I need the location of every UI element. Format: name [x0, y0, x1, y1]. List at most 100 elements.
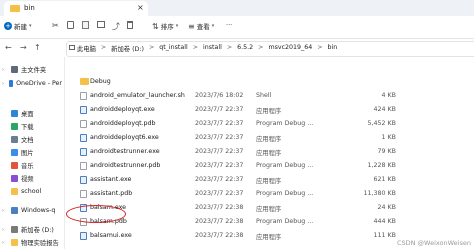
up-arrow-icon[interactable]: ↑ [34, 43, 41, 52]
cut-button[interactable]: ✂ [52, 21, 59, 30]
sidebar-item[interactable]: school [2, 185, 62, 198]
sort-label: 排序 [160, 23, 174, 31]
file-date: 2023/7/7 22:37 [195, 106, 244, 113]
view-button[interactable]: ≡ 查看 ▾ [188, 21, 215, 32]
breadcrumb-item[interactable]: 6.5.2 [237, 44, 253, 53]
file-date: 2023/7/7 22:38 [195, 218, 244, 225]
file-icon [80, 162, 87, 170]
file-name: assistant.pdb [90, 190, 133, 197]
expand-arrow-icon[interactable]: › [2, 67, 8, 73]
sidebar-item[interactable]: › Windows-q [2, 204, 62, 217]
file-row[interactable]: android_emulator_launcher.sh 2023/7/6 18:… [66, 89, 474, 102]
pane-divider[interactable] [64, 57, 65, 249]
sidebar-item[interactable]: 文档 [2, 133, 62, 146]
file-type: 应用程序 [256, 234, 282, 241]
sidebar-item-label: 音乐 [21, 163, 34, 170]
file-date: 2023/7/7 22:38 [195, 232, 244, 239]
file-size: 5,452 KB [367, 120, 396, 127]
back-arrow-icon[interactable]: ← [5, 43, 12, 52]
file-row[interactable]: androiddeployqt6.exe 2023/7/7 22:37 应用程序 1 … [66, 131, 474, 144]
sort-button[interactable]: ⇅ 排序 ▾ [152, 21, 178, 32]
sidebar-item[interactable]: 桌面 [2, 107, 62, 120]
expand-arrow-icon[interactable]: › [2, 81, 6, 87]
breadcrumb-item[interactable]: install [203, 44, 222, 53]
forward-arrow-icon[interactable]: → [20, 43, 27, 52]
file-size: 11,380 KB [363, 190, 396, 197]
sidebar-item-label: 图片 [21, 150, 34, 157]
rename-button[interactable] [97, 21, 105, 28]
file-row[interactable]: assistant.exe 2023/7/7 22:37 应用程序 621 KB [66, 173, 474, 186]
exe-icon [80, 176, 87, 184]
copy-button[interactable] [67, 21, 74, 29]
file-size: 621 KB [373, 176, 396, 183]
file-row[interactable]: balsam.pdb 2023/7/7 22:38 Program Debug ..… [66, 215, 474, 228]
video-icon [11, 175, 18, 182]
sidebar-item-label: school [21, 188, 42, 195]
exe-icon [80, 134, 87, 142]
close-icon[interactable]: × [137, 3, 144, 12]
file-size: 1 KB [381, 134, 396, 141]
file-date: 2023/7/6 18:02 [195, 92, 244, 99]
new-button[interactable]: + 新建 ▾ [4, 21, 32, 31]
expand-arrow-icon[interactable]: › [2, 227, 8, 233]
file-row[interactable]: androiddeployqt.pdb 2023/7/7 22:37 Program… [66, 117, 474, 130]
tab-bin[interactable]: bin × [4, 1, 148, 16]
file-row[interactable]: androidtestrunner.exe 2023/7/7 22:37 应用程序 7… [66, 145, 474, 158]
sidebar-item[interactable]: › 物理实验报告 [2, 236, 62, 249]
address-bar-row: ← → ↑ 此电脑 > 新加卷 (D:) > qt_install > install >6.… [0, 39, 474, 57]
chevron-right-icon: > [192, 44, 198, 51]
file-size: 424 KB [373, 106, 396, 113]
monitor-icon [69, 45, 75, 50]
file-name: androidtestrunner.exe [90, 148, 160, 155]
file-type: Shell [256, 92, 272, 99]
picture-icon [11, 149, 18, 156]
chevron-right-icon: > [317, 44, 323, 51]
paste-button[interactable] [82, 21, 89, 29]
file-date: 2023/7/7 22:37 [195, 176, 244, 183]
chevron-right-icon: > [226, 44, 233, 51]
sidebar-item[interactable]: 音乐 [2, 159, 62, 172]
sidebar-item[interactable]: › OneDrive - Per [2, 77, 62, 90]
chevron-down-icon: ▾ [211, 23, 215, 29]
chevron-right-icon: > [148, 44, 155, 51]
breadcrumb-item[interactable]: qt_install [159, 44, 187, 53]
sidebar-item[interactable]: 图片 [2, 146, 62, 159]
share-button[interactable]: ⤴ [112, 21, 120, 32]
file-row[interactable]: androidtestrunner.pdb 2023/7/7 22:37 Progr… [66, 159, 474, 172]
file-row[interactable]: balsam.exe 2023/7/7 22:38 应用程序 24 KB [66, 201, 474, 214]
copy-icon [67, 21, 74, 29]
watermark: CSDN @WeixonWeisen [396, 239, 471, 247]
red-circle-annotation [66, 205, 126, 223]
desktop-icon [11, 110, 18, 117]
delete-button[interactable] [127, 21, 133, 29]
file-type: 应用程序 [256, 136, 282, 143]
chevron-right-icon: > [100, 44, 107, 51]
expand-arrow-icon[interactable]: › [2, 240, 8, 246]
file-row[interactable]: androiddeployqt.exe 2023/7/7 22:37 应用程序 424… [66, 103, 474, 116]
sidebar-item[interactable]: 视频 [2, 172, 62, 185]
file-size: 79 KB [377, 148, 396, 155]
breadcrumb-item[interactable]: 此电脑 [77, 44, 96, 53]
sidebar-item[interactable]: › 主文件夹 [2, 63, 62, 76]
title-bar: bin × [0, 0, 474, 16]
sidebar-item-label: 主文件夹 [21, 67, 47, 74]
breadcrumb-item[interactable]: msvc2019_64 [268, 44, 312, 53]
file-row[interactable]: assistant.pdb 2023/7/7 22:37 Program Debug… [66, 187, 474, 200]
expand-arrow-icon[interactable]: › [2, 208, 8, 214]
file-name: balsamui.exe [90, 232, 132, 239]
breadcrumb-item[interactable]: bin [328, 44, 338, 53]
breadcrumb-item[interactable]: 新加卷 (D:) [111, 44, 144, 53]
sidebar-item[interactable]: › 新加卷 (D:) [2, 223, 62, 236]
folder-icon [10, 5, 20, 12]
file-date: 2023/7/7 22:37 [195, 162, 244, 169]
file-size: 4 KB [381, 92, 396, 99]
address-bar[interactable]: 此电脑 > 新加卷 (D:) > qt_install > install >6.5.2 > ms… [66, 41, 474, 57]
file-date: 2023/7/7 22:37 [195, 190, 244, 197]
file-icon [80, 120, 87, 128]
sidebar-item[interactable]: 下载 [2, 120, 62, 133]
chevron-right-icon: > [258, 44, 264, 51]
more-button[interactable]: ··· [226, 21, 232, 29]
file-type: 应用程序 [256, 150, 282, 157]
file-row[interactable]: Debug [66, 75, 474, 88]
sidebar-item-label: Windows-q [21, 207, 56, 214]
